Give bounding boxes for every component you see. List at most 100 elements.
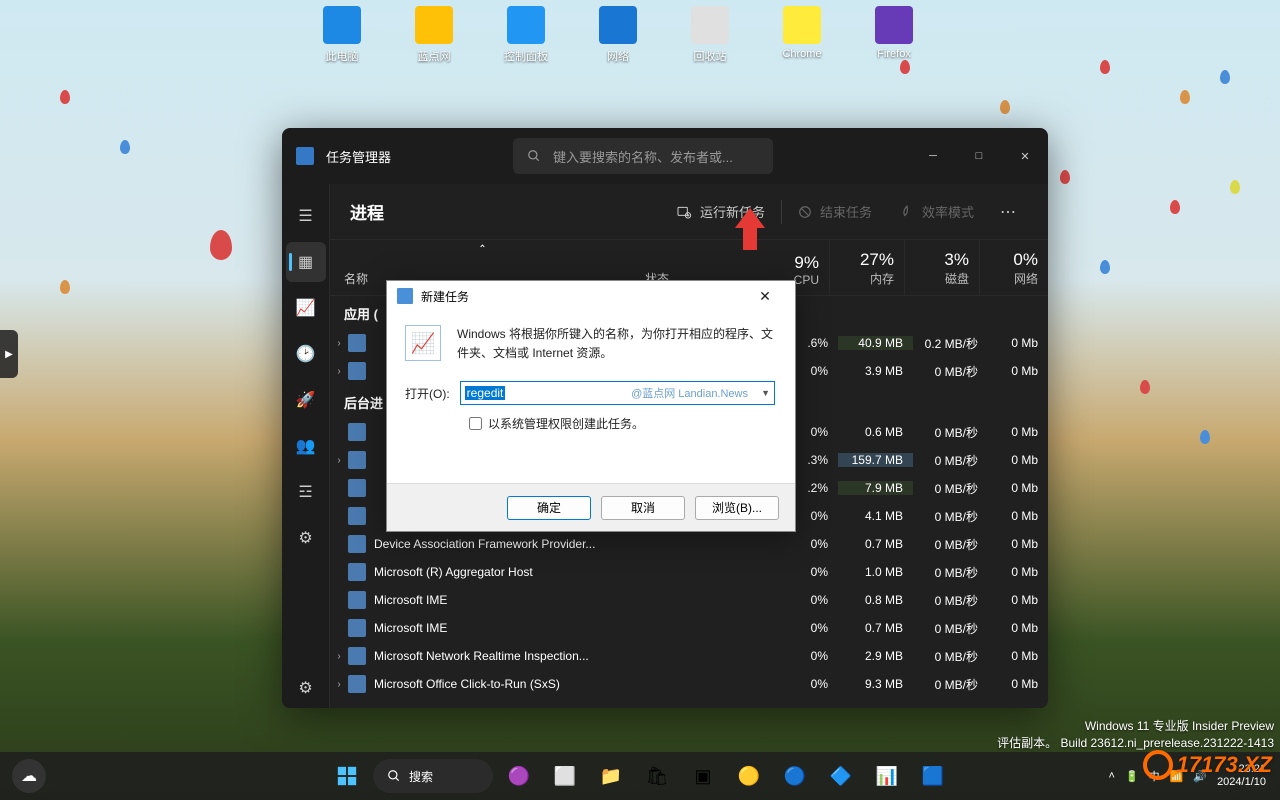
desktop-icon[interactable]: Chrome — [770, 6, 834, 64]
memory-cell: 40.9 MB — [838, 336, 913, 350]
memory-cell: 3.9 MB — [838, 364, 913, 378]
disk-cell: 0 MB/秒 — [913, 620, 988, 637]
desktop-icon[interactable]: Firefox — [862, 6, 926, 64]
process-icon — [348, 647, 366, 665]
process-row[interactable]: › Microsoft Office Click-to-Run (SxS) 0%… — [330, 670, 1048, 698]
network-cell: 0 Mb — [988, 565, 1048, 579]
desktop-icon[interactable]: 回收站 — [678, 6, 742, 64]
network-cell: 0 Mb — [988, 481, 1048, 495]
taskbar-app2[interactable]: 🟦 — [913, 756, 953, 796]
balloon — [60, 90, 70, 104]
balloon — [210, 230, 232, 260]
open-combobox[interactable]: regedit @蓝点网 Landian.News ▼ — [460, 381, 775, 405]
tray-overflow-icon[interactable]: ˄ — [1109, 770, 1115, 782]
tray-battery-icon[interactable]: 🔋 — [1125, 770, 1139, 783]
nav-performance[interactable]: 📈 — [286, 288, 326, 328]
taskbar-app1[interactable]: 🔷 — [821, 756, 861, 796]
close-button[interactable]: ✕ — [1002, 137, 1048, 175]
app-icon — [875, 6, 913, 44]
header-disk[interactable]: 3%磁盘 — [905, 240, 980, 295]
taskbar-chrome[interactable]: 🟡 — [729, 756, 769, 796]
cpu-cell: 0% — [773, 649, 838, 663]
expand-icon[interactable]: › — [330, 651, 348, 662]
taskbar-explorer[interactable]: 📁 — [591, 756, 631, 796]
expand-icon[interactable]: › — [330, 366, 348, 377]
desktop-icon[interactable]: 此电脑 — [310, 6, 374, 64]
nav-details[interactable]: ☲ — [286, 472, 326, 512]
minimize-button[interactable]: ─ — [910, 137, 956, 175]
balloon — [1220, 70, 1230, 84]
chevron-down-icon[interactable]: ▼ — [761, 388, 770, 398]
process-row[interactable]: Microsoft IME 0% 0.7 MB 0 MB/秒 0 Mb — [330, 614, 1048, 642]
balloon — [1170, 200, 1180, 214]
cancel-button[interactable]: 取消 — [601, 496, 685, 520]
memory-cell: 0.6 MB — [838, 425, 913, 439]
dialog-close-button[interactable]: ✕ — [745, 288, 785, 305]
network-cell: 0 Mb — [988, 621, 1048, 635]
expand-icon[interactable]: › — [330, 455, 348, 466]
disk-cell: 0 MB/秒 — [913, 564, 988, 581]
desktop-icon[interactable]: 蓝点网 — [402, 6, 466, 64]
nav-users[interactable]: 👥 — [286, 426, 326, 466]
search-placeholder: 键入要搜索的名称、发布者或... — [553, 147, 733, 166]
app-icon — [415, 6, 453, 44]
efficiency-mode-button: 效率模式 — [888, 194, 986, 229]
process-row[interactable]: Device Association Framework Provider...… — [330, 530, 1048, 558]
network-cell: 0 Mb — [988, 649, 1048, 663]
admin-checkbox[interactable] — [469, 417, 482, 430]
taskbar-edge[interactable]: 🔵 — [775, 756, 815, 796]
nav-processes[interactable]: ▦ — [286, 242, 326, 282]
run-dialog-icon: 📈 — [405, 325, 441, 361]
network-cell: 0 Mb — [988, 537, 1048, 551]
process-icon — [348, 507, 366, 525]
weather-widget[interactable]: ☁ — [12, 759, 46, 793]
nav-app-history[interactable]: 🕑 — [286, 334, 326, 374]
process-icon — [348, 619, 366, 637]
disk-cell: 0 MB/秒 — [913, 363, 988, 380]
balloon — [1060, 170, 1070, 184]
taskbar-terminal[interactable]: ▣ — [683, 756, 723, 796]
sidebar: ☰ ▦ 📈 🕑 🚀 👥 ☲ ⚙ ⚙ — [282, 184, 330, 708]
cpu-cell: 0% — [773, 565, 838, 579]
memory-cell: 0.8 MB — [838, 593, 913, 607]
network-cell: 0 Mb — [988, 593, 1048, 607]
header-network[interactable]: 0%网络 — [980, 240, 1048, 295]
open-label: 打开(O): — [405, 385, 450, 402]
process-icon — [348, 591, 366, 609]
nav-settings[interactable]: ⚙ — [286, 668, 326, 708]
process-name: Microsoft IME — [374, 593, 773, 607]
nav-services[interactable]: ⚙ — [286, 518, 326, 558]
gear-icon — [1143, 750, 1173, 780]
disk-cell: 0 MB/秒 — [913, 508, 988, 525]
taskbar-search[interactable]: 搜索 — [373, 759, 493, 793]
nav-menu-button[interactable]: ☰ — [286, 196, 326, 236]
taskbar-copilot[interactable]: 🟣 — [499, 756, 539, 796]
expand-icon[interactable]: › — [330, 338, 348, 349]
process-row[interactable]: Microsoft IME 0% 0.8 MB 0 MB/秒 0 Mb — [330, 586, 1048, 614]
more-menu-button[interactable]: ⋯ — [990, 196, 1028, 228]
process-name: Microsoft (R) Aggregator Host — [374, 565, 773, 579]
browse-button[interactable]: 浏览(B)... — [695, 496, 779, 520]
search-box[interactable]: 键入要搜索的名称、发布者或... — [513, 138, 773, 174]
end-icon — [798, 205, 812, 219]
dialog-icon — [397, 288, 413, 304]
header-memory[interactable]: 27%内存 — [830, 240, 905, 295]
process-row[interactable]: › Microsoft Network Realtime Inspection.… — [330, 642, 1048, 670]
desktop-icon[interactable]: 控制面板 — [494, 6, 558, 64]
ok-button[interactable]: 确定 — [507, 496, 591, 520]
widgets-flyout-tab[interactable]: ▶ — [0, 330, 18, 378]
desktop-icon[interactable]: 网络 — [586, 6, 650, 64]
start-button[interactable] — [327, 756, 367, 796]
memory-cell: 0.7 MB — [838, 621, 913, 635]
balloon — [1100, 60, 1110, 74]
taskbar-store[interactable]: 🛍 — [637, 756, 677, 796]
nav-startup[interactable]: 🚀 — [286, 380, 326, 420]
taskbar-task-view[interactable]: ⬜ — [545, 756, 585, 796]
watermark-text: @蓝点网 Landian.News — [631, 385, 748, 401]
process-row[interactable]: Microsoft (R) Aggregator Host 0% 1.0 MB … — [330, 558, 1048, 586]
balloon — [1140, 380, 1150, 394]
window-title: 任务管理器 — [326, 147, 391, 166]
taskbar-taskmgr[interactable]: 📊 — [867, 756, 907, 796]
expand-icon[interactable]: › — [330, 679, 348, 690]
maximize-button[interactable]: □ — [956, 137, 1002, 175]
